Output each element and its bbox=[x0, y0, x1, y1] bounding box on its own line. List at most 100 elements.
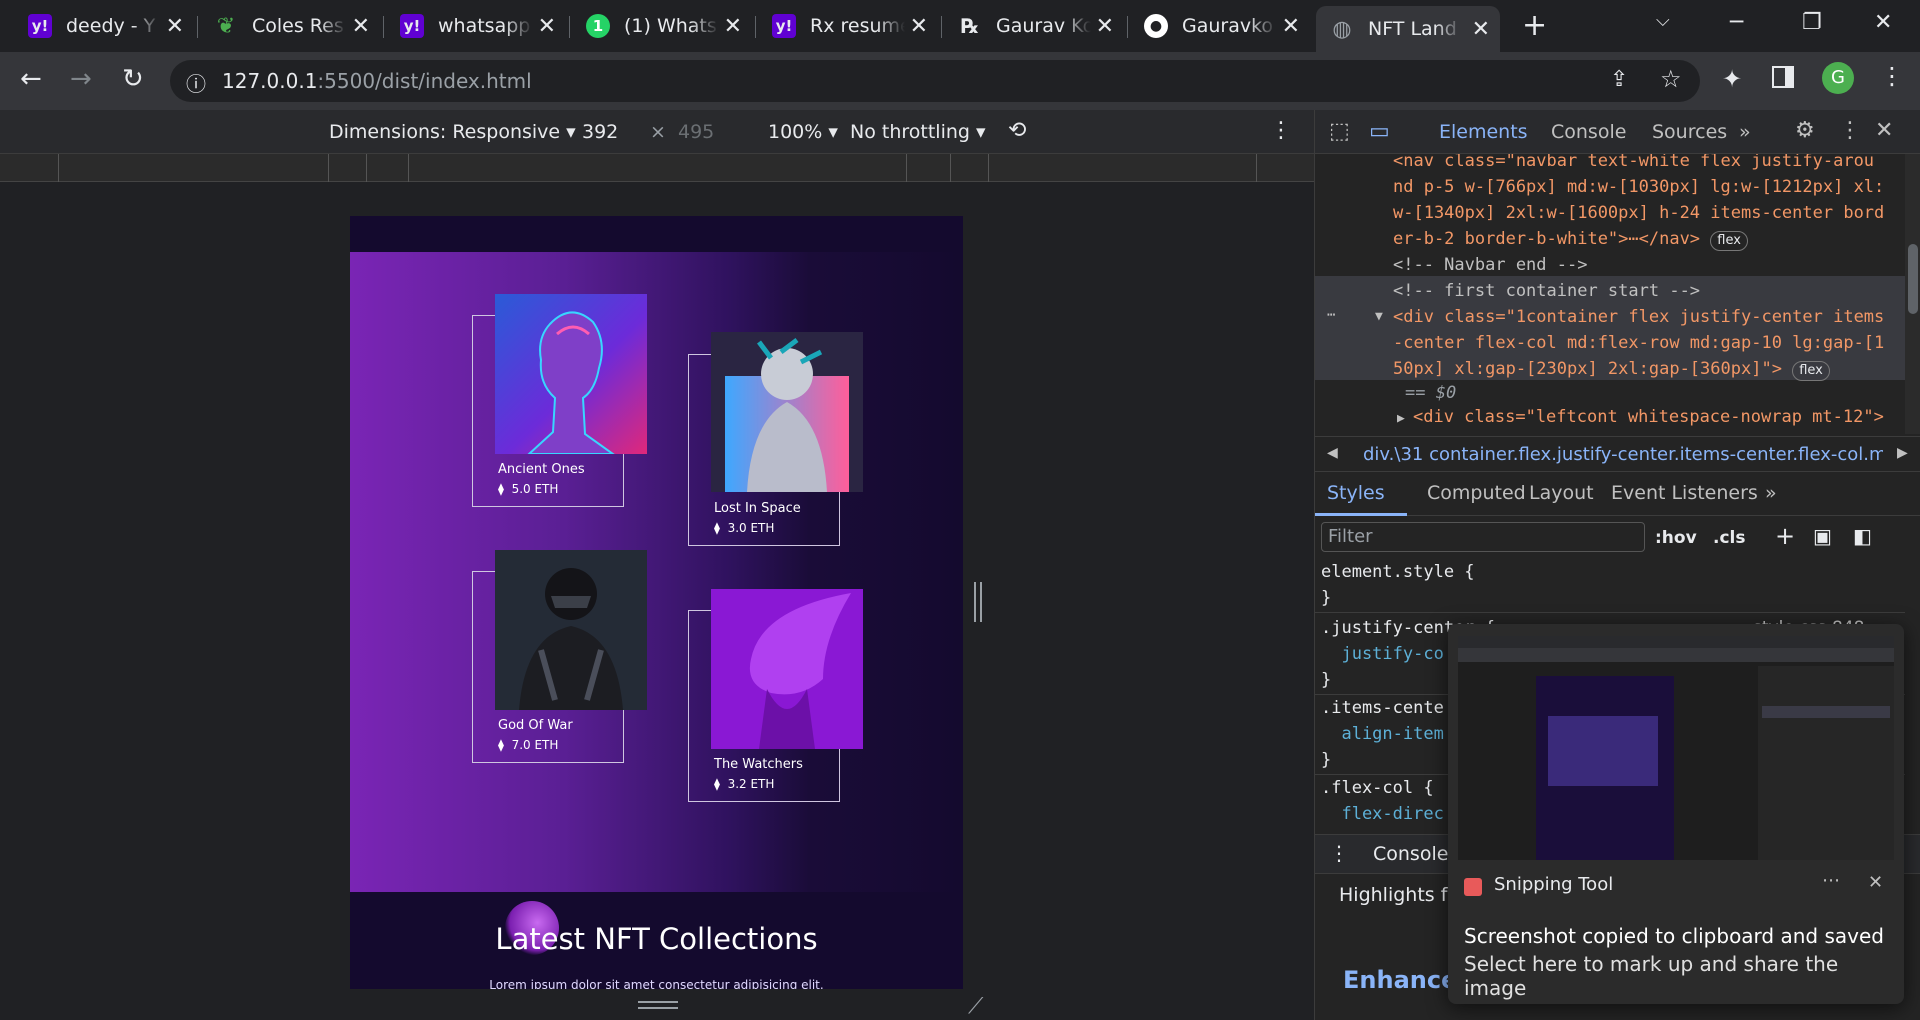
css-rule[interactable]: element.style { bbox=[1321, 562, 1475, 582]
dom-line-selected[interactable]: <div class="1container flex justify-cent… bbox=[1393, 304, 1893, 330]
screenshot-thumbnail[interactable] bbox=[1458, 636, 1894, 860]
close-icon[interactable]: ✕ bbox=[910, 14, 928, 39]
browser-tab[interactable]: ● Gauravko ✕ bbox=[1130, 8, 1310, 44]
more-tabs-icon[interactable]: » bbox=[1765, 482, 1777, 504]
device-menu-icon[interactable]: ⋮ bbox=[1270, 118, 1292, 143]
close-devtools-icon[interactable]: ✕ bbox=[1875, 118, 1893, 143]
browser-tab[interactable]: 1 (1) Whats ✕ bbox=[572, 8, 752, 44]
chevron-down-icon[interactable]: ⌵ bbox=[1656, 10, 1670, 31]
bookmark-star-icon[interactable]: ☆ bbox=[1660, 65, 1682, 93]
browser-tab[interactable]: y! deedy - Y ✕ bbox=[14, 8, 194, 44]
expand-triangle-icon[interactable]: ▼ bbox=[1375, 304, 1383, 330]
close-icon[interactable]: ✕ bbox=[1096, 14, 1114, 39]
toast-close-icon[interactable]: ✕ bbox=[1868, 872, 1883, 893]
height-input[interactable]: 495 bbox=[678, 121, 714, 143]
close-icon[interactable]: ✕ bbox=[724, 14, 742, 39]
browser-tab-active[interactable]: ◍ NFT Land ✕ bbox=[1316, 6, 1500, 52]
resize-corner-icon[interactable]: ⟋ bbox=[968, 994, 983, 1019]
profile-avatar[interactable]: G bbox=[1822, 62, 1854, 94]
dom-scrollbar[interactable] bbox=[1905, 154, 1920, 434]
styles-filter-input[interactable]: Filter bbox=[1321, 522, 1645, 552]
tab-elements[interactable]: Elements bbox=[1439, 121, 1528, 143]
collapse-triangle-icon[interactable]: ▶ bbox=[1397, 406, 1405, 432]
window-close-icon[interactable]: ✕ bbox=[1874, 10, 1892, 35]
close-icon[interactable]: ✕ bbox=[352, 14, 370, 39]
dom-line[interactable]: <div class="leftcont whitespace-nowrap m… bbox=[1413, 404, 1905, 430]
rotate-icon[interactable]: ⟲ bbox=[1008, 118, 1026, 143]
css-rule[interactable]: } bbox=[1321, 750, 1331, 770]
css-property[interactable]: align-item bbox=[1321, 724, 1443, 744]
site-info-icon[interactable]: ⓘ bbox=[186, 68, 206, 97]
back-icon[interactable]: ← bbox=[20, 66, 42, 92]
tab-event-listeners[interactable]: Event Listeners bbox=[1611, 482, 1758, 504]
breadcrumb-selector[interactable]: div.\31 container.flex.justify-center.it… bbox=[1363, 444, 1883, 465]
node-actions-icon[interactable]: ⋯ bbox=[1327, 302, 1335, 328]
drawer-menu-icon[interactable]: ⋮ bbox=[1329, 841, 1349, 865]
toast-more-icon[interactable]: ⋯ bbox=[1822, 870, 1840, 891]
side-panel-icon[interactable] bbox=[1772, 66, 1794, 88]
address-bar[interactable]: ⓘ 127.0.0.1:5500/dist/index.html ⇪ ☆ bbox=[170, 60, 1700, 102]
close-icon[interactable]: ✕ bbox=[1282, 14, 1300, 39]
breadcrumb-left-icon[interactable]: ◀ bbox=[1327, 445, 1338, 461]
inspect-element-icon[interactable]: ⬚ bbox=[1329, 119, 1350, 144]
tab-styles[interactable]: Styles bbox=[1327, 482, 1385, 504]
tab-separator bbox=[383, 16, 384, 38]
width-input[interactable]: 392 bbox=[582, 121, 618, 143]
drawer-tab-console[interactable]: Console bbox=[1373, 843, 1448, 865]
sidebar-toggle-icon[interactable]: ◧ bbox=[1853, 524, 1872, 548]
close-icon[interactable]: ✕ bbox=[166, 14, 184, 39]
dom-comment[interactable]: <!-- first container start --> bbox=[1393, 278, 1893, 304]
share-icon[interactable]: ⇪ bbox=[1610, 67, 1628, 92]
throttling-select[interactable]: No throttling ▾ bbox=[850, 121, 986, 143]
browser-tab[interactable]: y! Rx resume ✕ bbox=[758, 8, 938, 44]
tab-computed[interactable]: Computed bbox=[1427, 482, 1526, 504]
minimize-icon[interactable]: ─ bbox=[1730, 10, 1743, 35]
extensions-icon[interactable]: ✦ bbox=[1722, 65, 1742, 93]
dom-line-selected[interactable]: 50px] xl:gap-[230px] 2xl:gap-[360px]"> f… bbox=[1393, 356, 1893, 382]
dom-line[interactable]: nd p-5 w-[766px] md:w-[1030px] lg:w-[121… bbox=[1393, 174, 1893, 200]
css-rule[interactable]: } bbox=[1321, 670, 1331, 690]
resize-handle-bottom[interactable] bbox=[638, 1001, 678, 1009]
dom-line[interactable]: w-[1340px] 2xl:w-[1600px] h-24 items-cen… bbox=[1393, 200, 1893, 226]
dom-line[interactable]: <nav class="navbar text-white flex justi… bbox=[1393, 154, 1893, 174]
css-rule[interactable]: .items-cente bbox=[1321, 698, 1444, 718]
reload-icon[interactable]: ↻ bbox=[122, 66, 144, 92]
dom-line[interactable]: er-b-2 border-b-white">⋯</nav> flex bbox=[1393, 226, 1893, 252]
paint-icon[interactable]: ▣ bbox=[1813, 524, 1832, 548]
dom-tree[interactable]: <nav class="navbar text-white flex justi… bbox=[1315, 154, 1905, 434]
more-tabs-icon[interactable]: » bbox=[1739, 121, 1751, 143]
new-tab-button[interactable]: + bbox=[1522, 8, 1547, 43]
device-toggle-icon[interactable]: ▭ bbox=[1369, 119, 1390, 144]
new-rule-icon[interactable]: + bbox=[1775, 522, 1795, 550]
css-property[interactable]: justify-co bbox=[1321, 644, 1443, 664]
dimensions-select[interactable]: Dimensions: Responsive ▾ bbox=[329, 121, 576, 143]
kebab-menu-icon[interactable]: ⋮ bbox=[1880, 62, 1904, 90]
url-text[interactable]: 127.0.0.1:5500/dist/index.html bbox=[222, 69, 532, 93]
browser-tab[interactable]: y! whatsapp ✕ bbox=[386, 8, 566, 44]
restore-icon[interactable]: ❐ bbox=[1802, 10, 1822, 35]
dom-line-selected[interactable]: -center flex-col md:flex-row md:gap-10 l… bbox=[1393, 330, 1893, 356]
dom-comment[interactable]: <!-- Navbar end --> bbox=[1393, 252, 1893, 278]
resize-handle-right[interactable] bbox=[974, 582, 982, 622]
settings-gear-icon[interactable]: ⚙ bbox=[1795, 118, 1815, 143]
devtools-menu-icon[interactable]: ⋮ bbox=[1839, 118, 1861, 143]
snipping-tool-notification[interactable]: Snipping Tool ⋯ ✕ Screenshot copied to c… bbox=[1448, 624, 1904, 1004]
close-icon[interactable]: ✕ bbox=[538, 14, 556, 39]
forward-icon[interactable]: → bbox=[70, 66, 92, 92]
css-rule[interactable]: } bbox=[1321, 588, 1331, 608]
cls-button[interactable]: .cls bbox=[1713, 528, 1745, 548]
close-icon[interactable]: ✕ bbox=[1472, 17, 1490, 42]
tab-layout[interactable]: Layout bbox=[1529, 482, 1594, 504]
css-property[interactable]: flex-direc bbox=[1321, 804, 1443, 824]
flex-badge[interactable]: flex bbox=[1792, 361, 1830, 381]
breadcrumb-right-icon[interactable]: ▶ bbox=[1897, 445, 1908, 461]
css-rule[interactable]: .flex-col { bbox=[1321, 778, 1434, 798]
tab-sources[interactable]: Sources bbox=[1652, 121, 1727, 143]
browser-tab[interactable]: ❦ Coles Res ✕ bbox=[200, 8, 380, 44]
tab-console[interactable]: Console bbox=[1551, 121, 1626, 143]
tab-separator bbox=[941, 16, 942, 38]
flex-badge[interactable]: flex bbox=[1710, 231, 1748, 251]
browser-tab[interactable]: ℞ Gaurav Ko ✕ bbox=[944, 8, 1124, 44]
zoom-select[interactable]: 100% ▾ bbox=[768, 121, 838, 143]
hov-button[interactable]: :hov bbox=[1655, 528, 1697, 548]
